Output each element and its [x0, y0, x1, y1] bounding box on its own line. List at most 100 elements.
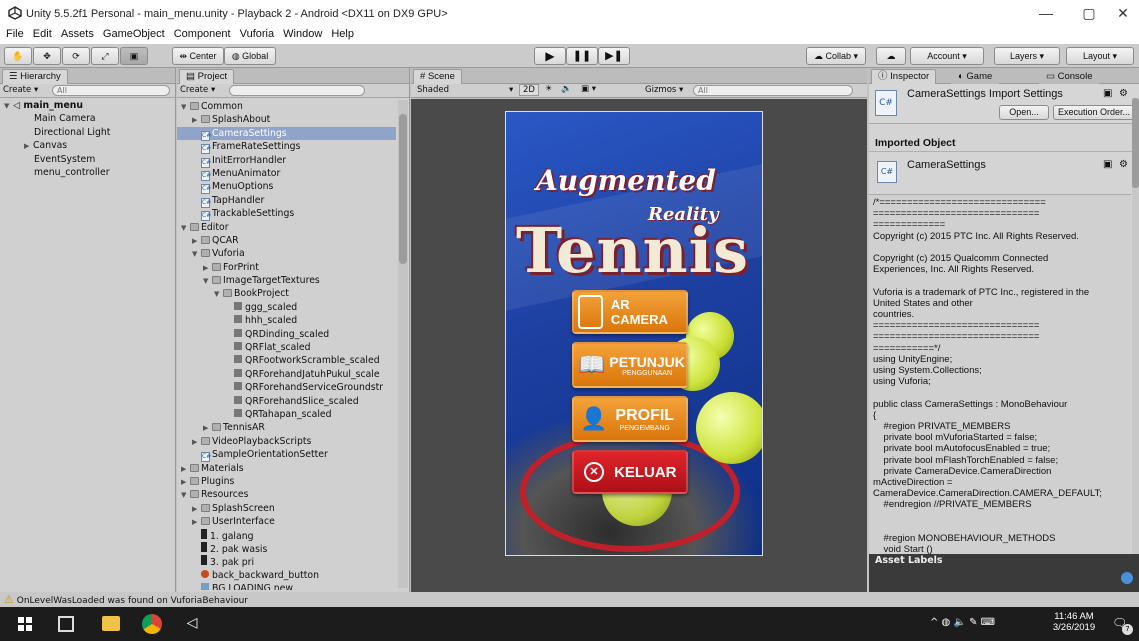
project-row[interactable]: C#MenuOptions — [177, 180, 396, 195]
hand-tool-button[interactable]: ✋ — [4, 47, 32, 65]
project-row[interactable]: QRTahapan_scaled — [177, 408, 396, 421]
expand-open-icon[interactable]: ▼ — [192, 248, 201, 261]
project-row[interactable]: BG LOADING new — [177, 582, 396, 590]
open-button[interactable]: Open... — [999, 105, 1049, 120]
scale-tool-button[interactable]: ⤢ — [91, 47, 119, 65]
menu-vuforia[interactable]: Vuforia — [240, 26, 274, 42]
expand-open-icon[interactable]: ▼ — [181, 101, 190, 114]
project-row[interactable]: C#SampleOrientationSetter — [177, 448, 396, 463]
project-row[interactable]: QRForehandJatuhPukul_scale — [177, 368, 396, 381]
project-row[interactable]: 3. pak pri — [177, 555, 396, 568]
inspector-scrollbar[interactable] — [1132, 98, 1139, 554]
project-row[interactable]: QRForehandSlice_scaled — [177, 395, 396, 408]
expand-open-icon[interactable]: ▼ — [203, 275, 212, 288]
scene-viewport[interactable]: Augmented Reality Tennis AR CAMERA 📖 PET… — [411, 99, 867, 592]
settings-gear-icon[interactable]: ⚙ — [1119, 88, 1128, 99]
project-row[interactable]: ▼ BookProject — [177, 287, 396, 300]
shading-dropdown-arrow[interactable]: ▾ — [509, 85, 513, 95]
project-row[interactable]: ▶ TennisAR — [177, 421, 396, 434]
maximize-button[interactable]: ▢ — [1075, 4, 1103, 22]
gizmos-dropdown[interactable]: Gizmos ▾ — [645, 85, 683, 95]
status-message[interactable]: OnLevelWasLoaded was found on VuforiaBeh… — [17, 596, 248, 606]
tab-game[interactable]: ◐ Game — [951, 69, 1000, 84]
windows-start-icon[interactable] — [18, 617, 32, 631]
project-row[interactable]: 2. pak wasis — [177, 541, 396, 555]
hierarchy-item[interactable]: Main Camera — [0, 112, 175, 125]
menu-help[interactable]: Help — [331, 26, 354, 42]
project-row[interactable]: back_backward_button — [177, 569, 396, 582]
object-gear-icon[interactable]: ⚙ — [1119, 159, 1128, 170]
project-row[interactable]: ▶ Plugins — [177, 475, 396, 488]
inspector-scrollbar-thumb[interactable] — [1132, 98, 1139, 188]
label-tag-icon[interactable] — [1121, 572, 1133, 584]
tab-project[interactable]: ▤ Project — [179, 69, 235, 84]
project-create-button[interactable]: Create ▾ — [180, 85, 215, 95]
tab-inspector[interactable]: ⓘ Inspector — [871, 69, 937, 84]
tab-hierarchy[interactable]: ☰ Hierarchy — [2, 69, 68, 84]
expand-open-icon[interactable]: ▼ — [181, 222, 190, 235]
clock[interactable]: 11:46 AM 3/26/2019 — [1046, 611, 1102, 633]
project-row[interactable]: C#InitErrorHandler — [177, 154, 396, 168]
hierarchy-item[interactable]: menu_controller — [0, 166, 175, 179]
unity-taskbar-icon[interactable]: ◁ — [182, 615, 202, 635]
menu-edit[interactable]: Edit — [33, 26, 52, 42]
chrome-icon[interactable] — [142, 614, 162, 634]
scrollbar-thumb[interactable] — [399, 114, 407, 264]
project-row[interactable]: ▼ Vuforia — [177, 247, 396, 260]
cloud-button[interactable]: ☁ — [876, 47, 906, 65]
shading-dropdown[interactable]: Shaded — [417, 85, 449, 95]
keluar-button[interactable]: ✕ KELUAR — [572, 450, 688, 494]
project-row[interactable]: hhh_scaled — [177, 314, 396, 327]
project-scrollbar[interactable] — [398, 100, 408, 588]
project-row[interactable]: C#CameraSettings — [177, 126, 396, 141]
pause-button[interactable]: ❚❚ — [566, 47, 598, 65]
step-button[interactable]: ▶❚ — [598, 47, 630, 65]
help-icon[interactable]: ▣ — [1103, 88, 1112, 99]
project-row[interactable]: ▶ VideoPlaybackScripts — [177, 435, 396, 448]
hierarchy-item[interactable]: EventSystem — [0, 153, 175, 166]
expand-closed-icon[interactable]: ▶ — [192, 503, 201, 516]
project-row[interactable]: ▶ Materials — [177, 462, 396, 475]
project-row[interactable]: ▶ UserInterface — [177, 515, 396, 528]
project-row[interactable]: C#FrameRateSettings — [177, 140, 396, 155]
object-help-icon[interactable]: ▣ — [1103, 159, 1112, 170]
2d-toggle[interactable]: 2D — [519, 84, 539, 96]
tab-console[interactable]: ▭ Console — [1039, 69, 1100, 84]
project-row[interactable]: ▼ ImageTargetTextures — [177, 274, 396, 287]
menu-component[interactable]: Component — [174, 26, 231, 42]
hierarchy-item[interactable]: ▶ Canvas — [0, 139, 175, 152]
expand-closed-icon[interactable]: ▶ — [203, 262, 212, 275]
project-row[interactable]: C#TapHandler — [177, 194, 396, 208]
expand-closed-icon[interactable]: ▶ — [203, 422, 212, 435]
expand-open-icon[interactable]: ▼ — [181, 489, 190, 502]
project-row[interactable]: ggg_scaled — [177, 301, 396, 314]
project-search-input[interactable] — [229, 85, 365, 96]
project-row[interactable]: ▶ QCAR — [177, 234, 396, 247]
project-row[interactable]: QRFlat_scaled — [177, 341, 396, 354]
project-row[interactable]: C#MenuAnimator — [177, 167, 396, 181]
layout-dropdown[interactable]: Layout ▾ — [1066, 47, 1134, 65]
project-row[interactable]: QRDinding_scaled — [177, 328, 396, 341]
project-row[interactable]: C#TrackableSettings — [177, 207, 396, 222]
project-row[interactable]: 1. galang — [177, 528, 396, 542]
file-explorer-icon[interactable] — [102, 616, 120, 631]
pivot-global-button[interactable]: ◍ Global — [224, 47, 276, 65]
expand-closed-icon[interactable]: ▶ — [181, 463, 190, 476]
project-row[interactable]: ▼ Editor — [177, 221, 396, 234]
project-row[interactable]: ▶ SplashAbout — [177, 113, 396, 126]
expand-closed-icon[interactable]: ▶ — [181, 476, 190, 489]
scene-search-input[interactable] — [693, 85, 853, 96]
layers-dropdown[interactable]: Layers ▾ — [994, 47, 1060, 65]
close-button[interactable]: ✕ — [1109, 4, 1137, 22]
project-row[interactable]: ▶ SplashScreen — [177, 502, 396, 515]
pivot-center-button[interactable]: ⇹ Center — [172, 47, 224, 65]
task-view-icon[interactable] — [58, 616, 74, 632]
petunjuk-button[interactable]: 📖 PETUNJUK PENGGUNAAN — [572, 342, 688, 388]
hierarchy-search-input[interactable] — [52, 85, 170, 96]
project-row[interactable]: ▼ Resources — [177, 488, 396, 501]
expand-closed-icon[interactable]: ▶ — [192, 516, 201, 529]
lighting-toggle-icon[interactable]: ☀ — [545, 84, 553, 94]
expand-closed-icon[interactable]: ▶ — [192, 235, 201, 248]
rect-tool-button[interactable]: ▣ — [120, 47, 148, 65]
project-row[interactable]: ▶ ForPrint — [177, 261, 396, 274]
